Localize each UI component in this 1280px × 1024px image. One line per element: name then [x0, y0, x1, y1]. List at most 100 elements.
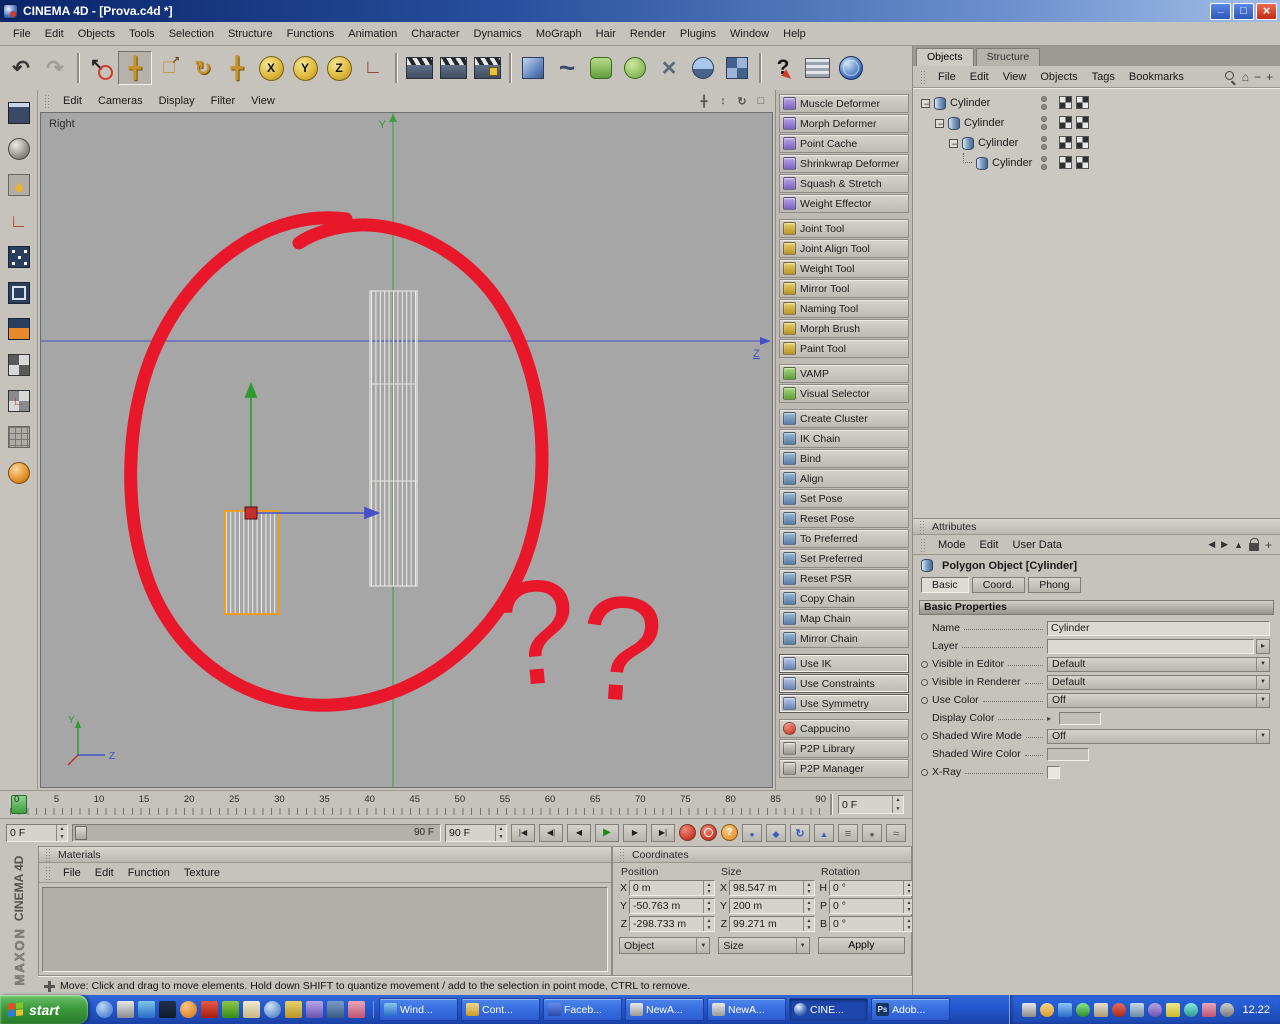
- panel-grip-icon[interactable]: [619, 847, 626, 862]
- menu-hair[interactable]: Hair: [589, 25, 623, 43]
- object-axis-mode-button[interactable]: [4, 206, 34, 236]
- spinner-icon[interactable]: [803, 899, 814, 913]
- visible-editor-dropdown[interactable]: Default: [1047, 656, 1270, 672]
- move-button[interactable]: [118, 51, 152, 85]
- menu-character[interactable]: Character: [404, 25, 466, 43]
- tool-reset-pose[interactable]: Reset Pose: [779, 509, 909, 528]
- plus-icon[interactable]: [1266, 70, 1273, 84]
- add-hypernurbs-button[interactable]: [584, 51, 618, 85]
- viewport-menu-edit[interactable]: Edit: [55, 92, 90, 110]
- panel-grip-icon[interactable]: [45, 847, 52, 862]
- key-scale-button[interactable]: [766, 823, 786, 842]
- record-options-button[interactable]: [721, 824, 738, 841]
- timeline-ruler[interactable]: 0 5 10 15 20 25 30 35 40 45 50 55 60 65 …: [0, 791, 912, 819]
- content-browser-button[interactable]: [834, 51, 868, 85]
- tool-set-pose[interactable]: Set Pose: [779, 489, 909, 508]
- attr-menu-edit[interactable]: Edit: [973, 536, 1006, 554]
- prev-key-button[interactable]: [539, 823, 563, 842]
- range-slider[interactable]: 90 F: [72, 823, 441, 842]
- quicklaunch-icon[interactable]: [264, 1001, 281, 1018]
- tool-reset-psr[interactable]: Reset PSR: [779, 569, 909, 588]
- model-mode-button[interactable]: [4, 134, 34, 164]
- object-label[interactable]: Cylinder: [964, 117, 1004, 129]
- scale-button[interactable]: [152, 51, 186, 85]
- key-dot-icon[interactable]: [921, 732, 928, 740]
- workplane-mode-button[interactable]: [4, 422, 34, 452]
- size-dropdown[interactable]: Size: [718, 937, 810, 954]
- goto-start-button[interactable]: [511, 823, 535, 842]
- current-frame-field[interactable]: 0 F: [838, 795, 904, 814]
- tray-icon[interactable]: [1220, 1002, 1235, 1017]
- help-button[interactable]: [766, 51, 800, 85]
- spinner-icon[interactable]: [703, 899, 714, 913]
- search-icon[interactable]: [1224, 70, 1237, 83]
- spinner-icon[interactable]: [703, 881, 714, 895]
- tool-point-cache[interactable]: Point Cache: [779, 134, 909, 153]
- layer-browse-button[interactable]: [1256, 638, 1270, 654]
- add-primitive-button[interactable]: [516, 51, 550, 85]
- om-menu-bookmarks[interactable]: Bookmarks: [1122, 68, 1191, 86]
- key-pla-button[interactable]: [838, 823, 858, 842]
- layer-field[interactable]: [1047, 638, 1254, 654]
- panel-grip-icon[interactable]: [44, 94, 51, 108]
- toggle-use-symmetry[interactable]: Use Symmetry: [779, 694, 909, 713]
- tool-ik-chain[interactable]: IK Chain: [779, 429, 909, 448]
- quicklaunch-icon[interactable]: [117, 1001, 134, 1018]
- rotation-h-field[interactable]: 0 °: [829, 880, 915, 896]
- spinner-icon[interactable]: [803, 917, 814, 931]
- key-dot-icon[interactable]: [921, 660, 928, 668]
- panel-grip-icon[interactable]: [919, 519, 926, 534]
- visibility-dots-icon[interactable]: [1041, 116, 1047, 130]
- tool-weight-tool[interactable]: Weight Tool: [779, 259, 909, 278]
- tree-row-cylinder[interactable]: Cylinder: [913, 153, 1280, 173]
- object-tree[interactable]: Cylinder Cylinder Cylinder: [913, 88, 1280, 518]
- task-cinema4d[interactable]: CINE...: [789, 998, 868, 1021]
- viewport-menu-view[interactable]: View: [243, 92, 283, 110]
- expand-arrow-icon[interactable]: [1047, 714, 1057, 723]
- key-parameter-button[interactable]: [814, 823, 834, 842]
- task-adobe[interactable]: Ps Adob...: [871, 998, 950, 1021]
- render-settings-button[interactable]: [470, 51, 504, 85]
- tray-icon[interactable]: [1148, 1002, 1163, 1017]
- visibility-dots-icon[interactable]: [1041, 156, 1047, 170]
- tree-row-cylinder[interactable]: Cylinder: [913, 113, 1280, 133]
- texture-tag-icon[interactable]: [1076, 156, 1089, 169]
- panel-grip-icon[interactable]: [920, 69, 927, 84]
- menu-functions[interactable]: Functions: [280, 25, 342, 43]
- object-label[interactable]: Cylinder: [950, 97, 990, 109]
- position-x-field[interactable]: 0 m: [629, 880, 715, 896]
- tool-shrinkwrap-deformer[interactable]: Shrinkwrap Deformer: [779, 154, 909, 173]
- menu-window[interactable]: Window: [723, 25, 776, 43]
- object-label[interactable]: Cylinder: [978, 137, 1018, 149]
- spinner-icon[interactable]: [56, 824, 67, 841]
- slider-handle[interactable]: [75, 825, 87, 840]
- tab-structure[interactable]: Structure: [975, 48, 1041, 66]
- gizmo-origin-handle[interactable]: [244, 506, 258, 520]
- tool-weight-effector[interactable]: Weight Effector: [779, 194, 909, 213]
- task-new-a[interactable]: NewA...: [707, 998, 786, 1021]
- object-label[interactable]: Cylinder: [992, 157, 1032, 169]
- coordinate-system-button[interactable]: [356, 51, 390, 85]
- expander-icon[interactable]: [949, 136, 959, 152]
- texture-tag-icon[interactable]: [1059, 96, 1072, 109]
- tool-morph-brush[interactable]: Morph Brush: [779, 319, 909, 338]
- shaded-wire-color-swatch[interactable]: [1047, 747, 1089, 761]
- cylinder-wireframe[interactable]: [369, 290, 418, 587]
- live-selection-button[interactable]: [84, 51, 118, 85]
- task-new-a[interactable]: NewA...: [625, 998, 704, 1021]
- rotation-p-field[interactable]: 0 °: [829, 898, 915, 914]
- quicklaunch-icon[interactable]: [138, 1001, 155, 1018]
- plus-icon[interactable]: [1265, 538, 1272, 552]
- range-end-field[interactable]: 90 F: [445, 823, 507, 842]
- size-x-field[interactable]: 98.547 m: [729, 880, 815, 896]
- texture-tag-icon[interactable]: [1076, 136, 1089, 149]
- tool-cappucino[interactable]: Cappucino: [779, 719, 909, 738]
- play-button[interactable]: [595, 823, 619, 842]
- dolly-view-icon[interactable]: [715, 93, 731, 109]
- om-menu-objects[interactable]: Objects: [1033, 68, 1084, 86]
- panel-grip-icon[interactable]: [920, 537, 927, 552]
- minimize-button[interactable]: [1210, 2, 1231, 20]
- tree-row-cylinder[interactable]: Cylinder: [913, 133, 1280, 153]
- attr-menu-mode[interactable]: Mode: [931, 536, 973, 554]
- make-editable-button[interactable]: [4, 170, 34, 200]
